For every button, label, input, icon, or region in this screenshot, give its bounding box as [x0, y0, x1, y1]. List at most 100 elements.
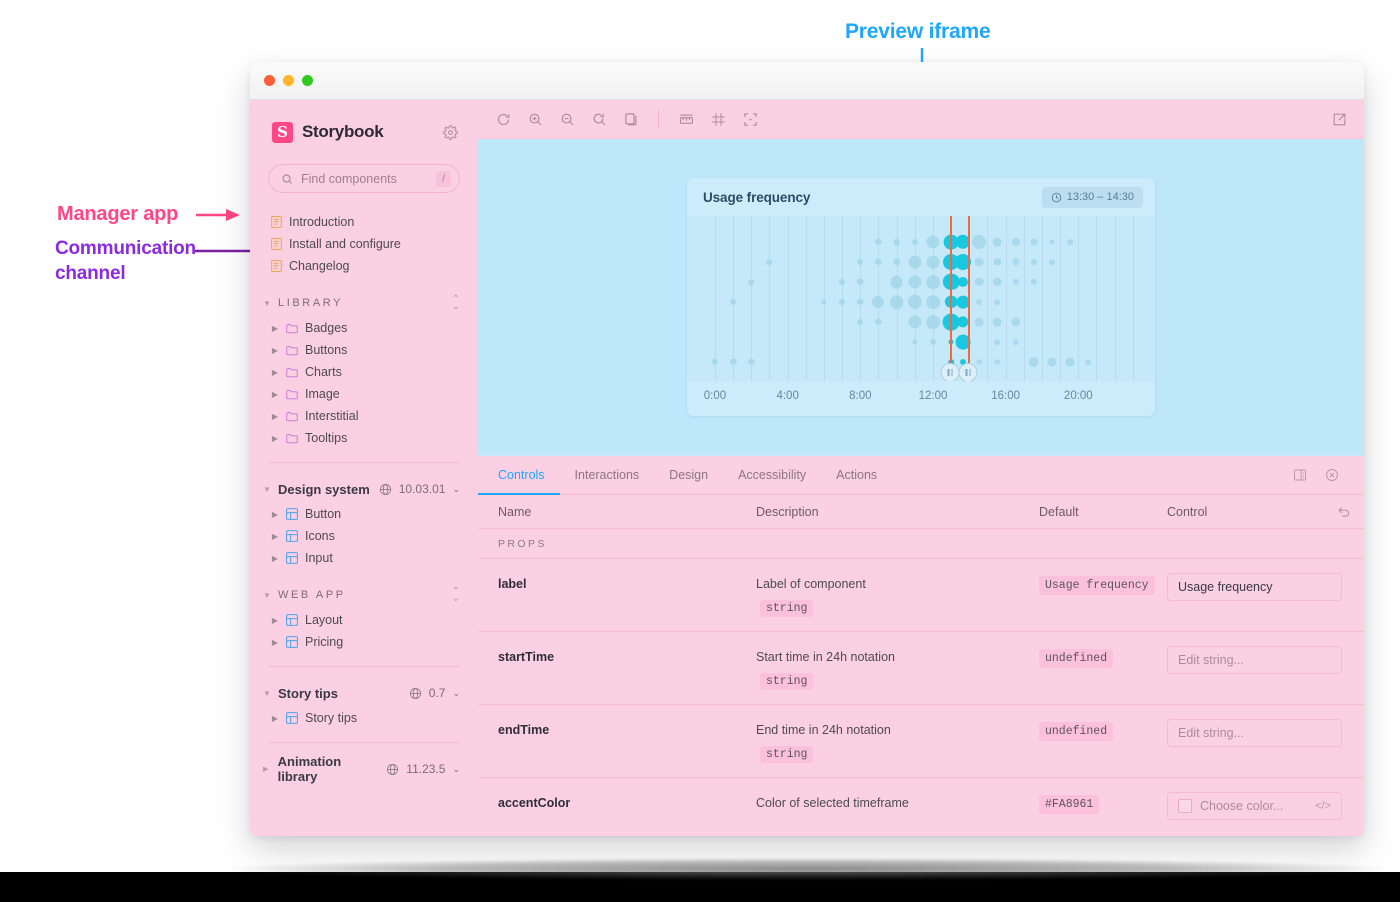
sidebar-item-story-tips[interactable]: ▶ Story tips: [250, 707, 478, 729]
timeframe-label: 13:30 – 14:30: [1066, 191, 1134, 203]
grid-icon[interactable]: [709, 110, 727, 128]
sidebar-item-interstitial[interactable]: ▶ Interstitial: [250, 405, 478, 427]
chart-gridline: [751, 216, 753, 381]
chart-data-point: [925, 315, 940, 329]
chart-plot-area[interactable]: [687, 216, 1155, 381]
tab-accessibility[interactable]: Accessibility: [723, 456, 821, 494]
tab-controls[interactable]: Controls: [478, 456, 560, 495]
section-label: LIBRARY: [278, 297, 344, 309]
measure-icon[interactable]: [677, 110, 695, 128]
tab-design[interactable]: Design: [654, 456, 723, 494]
sidebar-item-layout[interactable]: ▶ Layout: [250, 609, 478, 631]
chart-data-point: [908, 315, 922, 329]
chart-data-point: [1012, 339, 1019, 345]
control-description: Color of selected timeframe: [756, 796, 909, 810]
sidebar-item-buttons[interactable]: ▶ Buttons: [250, 339, 478, 361]
control-description-cell: Label of component string: [756, 573, 1039, 617]
outline-icon[interactable]: [741, 110, 759, 128]
window-maximize-button[interactable]: [302, 75, 313, 86]
sidebar-brand-row[interactable]: S Storybook: [250, 118, 478, 146]
column-header-name: Name: [498, 504, 532, 519]
chart-gridline: [987, 216, 989, 381]
chevron-right-icon: ▶: [271, 323, 279, 333]
sidebar-item-image[interactable]: ▶ Image: [250, 383, 478, 405]
undo-icon[interactable]: [1324, 505, 1364, 519]
sidebar-item-button[interactable]: ▶ Button: [250, 503, 478, 525]
chevron-right-icon: ▶: [271, 367, 279, 377]
control-description: Start time in 24h notation: [756, 650, 895, 664]
chart-data-point: [766, 259, 773, 265]
accentcolor-color-input[interactable]: Choose color... </>: [1167, 792, 1342, 820]
sidebar-item-label: Layout: [305, 613, 343, 627]
expand-collapse-icon[interactable]: ⌃ ⌄: [452, 295, 460, 312]
chart-data-point: [1049, 259, 1055, 265]
chart-data-point: [926, 255, 940, 269]
control-cell: Usage frequency: [1167, 573, 1364, 601]
column-header-default: Default: [1039, 504, 1079, 519]
chart-data-point: [994, 339, 1001, 345]
toolbar-divider: [658, 110, 659, 128]
tab-actions[interactable]: Actions: [821, 456, 892, 494]
sidebar-item-pricing[interactable]: ▶ Pricing: [250, 631, 478, 653]
endtime-text-input[interactable]: Edit string...: [1167, 719, 1342, 747]
zoom-out-icon[interactable]: [558, 110, 576, 128]
sidebar-item-charts[interactable]: ▶ Charts: [250, 361, 478, 383]
chart-data-point: [957, 277, 968, 287]
chart-gridline: [1041, 216, 1043, 381]
sidebar-item-install-and-configure[interactable]: Install and configure: [250, 233, 478, 255]
tab-interactions[interactable]: Interactions: [560, 456, 655, 494]
refresh-icon[interactable]: [494, 110, 512, 128]
control-description-cell: Color of selected timeframe: [756, 792, 1039, 810]
folder-icon: [286, 323, 298, 334]
sidebar-divider: [268, 666, 460, 667]
sidebar-item-label: Icons: [305, 529, 335, 543]
chevron-right-icon: ▶: [271, 389, 279, 399]
sidebar-item-label: Buttons: [305, 343, 348, 357]
sidebar-item-badges[interactable]: ▶ Badges: [250, 317, 478, 339]
code-icon[interactable]: </>: [1315, 800, 1331, 812]
sidebar-item-changelog[interactable]: Changelog: [250, 255, 478, 277]
brand-name: Storybook: [302, 122, 384, 141]
zoom-reset-icon[interactable]: [590, 110, 608, 128]
range-handle-start[interactable]: [940, 363, 960, 381]
window-close-button[interactable]: [264, 75, 275, 86]
sidebar-section-story-tips[interactable]: ▼ Story tips 0.7 ⌄: [250, 679, 478, 707]
sidebar-divider: [268, 742, 460, 743]
panel-position-icon[interactable]: [1284, 456, 1316, 494]
section-version[interactable]: 10.03.01 ⌄: [379, 482, 460, 496]
expand-collapse-icon[interactable]: ⌃ ⌄: [452, 587, 460, 604]
axis-tick-label: 8:00: [849, 390, 872, 402]
sidebar-item-label: Charts: [305, 365, 342, 379]
color-swatch[interactable]: [1178, 799, 1192, 813]
sidebar-section-animation-library[interactable]: ▶ Animation library 11.23.5 ⌄: [250, 754, 478, 784]
section-version[interactable]: 0.7 ⌄: [409, 686, 460, 700]
chart-data-point: [993, 237, 1002, 247]
chart-data-point: [1067, 239, 1073, 245]
document-icon: [271, 238, 282, 250]
sidebar-section-design-system[interactable]: ▼ Design system 10.03.01 ⌄: [250, 475, 478, 503]
window-minimize-button[interactable]: [283, 75, 294, 86]
starttime-text-input[interactable]: Edit string...: [1167, 646, 1342, 674]
close-circle-icon[interactable]: [1316, 456, 1348, 494]
sidebar-item-tooltips[interactable]: ▶ Tooltips: [250, 427, 478, 449]
search-input[interactable]: Find components /: [268, 164, 460, 193]
sidebar-section-library[interactable]: ▼ LIBRARY ⌃ ⌄: [250, 289, 478, 317]
chart-data-point: [1012, 278, 1019, 286]
control-description: Label of component: [756, 577, 866, 591]
range-handle-end[interactable]: [958, 363, 978, 381]
sidebar-item-icons[interactable]: ▶ Icons: [250, 525, 478, 547]
sidebar-section-web-app[interactable]: ▼ WEB APP ⌃ ⌄: [250, 581, 478, 609]
chart-data-point: [1011, 238, 1020, 246]
folder-icon: [286, 345, 298, 356]
chart-timeframe-badge[interactable]: 13:30 – 14:30: [1041, 186, 1143, 208]
copy-icon[interactable]: [622, 110, 640, 128]
zoom-in-icon[interactable]: [526, 110, 544, 128]
storybook-app: S Storybook Find components / Introducti…: [250, 100, 1364, 836]
sidebar-item-introduction[interactable]: Introduction: [250, 211, 478, 233]
component-icon: [286, 636, 298, 648]
gear-icon[interactable]: [443, 124, 458, 140]
sidebar-item-input[interactable]: ▶ Input: [250, 547, 478, 569]
section-version[interactable]: 11.23.5 ⌄: [386, 762, 460, 776]
label-text-input[interactable]: Usage frequency: [1167, 573, 1342, 601]
open-in-new-icon[interactable]: [1330, 110, 1348, 128]
